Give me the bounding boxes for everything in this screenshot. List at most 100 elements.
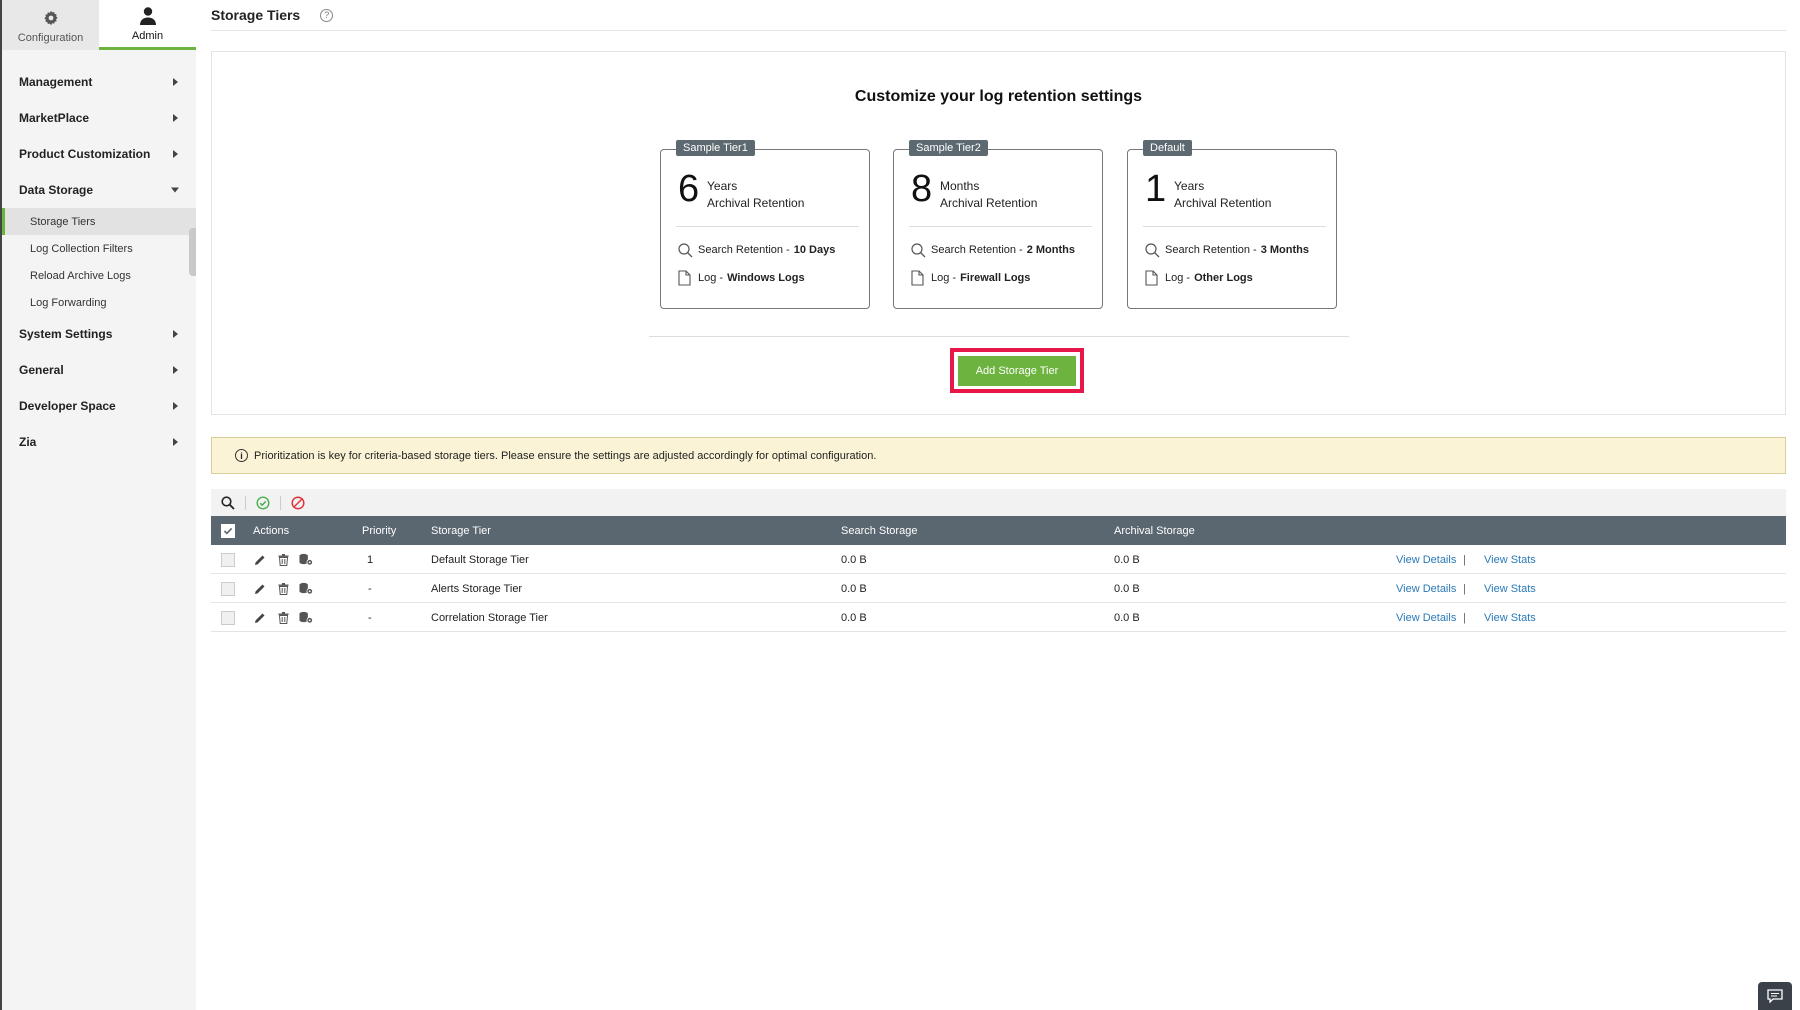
log-value: Firewall Logs <box>960 272 1031 284</box>
row-select-cell <box>221 574 235 603</box>
header-priority[interactable]: Priority <box>362 516 396 545</box>
row-actions <box>253 603 322 632</box>
add-storage-tier-button[interactable]: Add Storage Tier <box>958 355 1076 386</box>
caret-right-icon <box>173 366 178 374</box>
config-heading: Customize your log retention settings <box>854 88 1143 105</box>
database-settings-icon[interactable] <box>299 611 313 625</box>
database-settings-icon[interactable] <box>299 553 313 567</box>
caret-right-icon <box>173 438 178 446</box>
tier-search-retention: Search Retention - 3 Months <box>1145 242 1309 258</box>
caret-right-icon <box>173 402 178 410</box>
enable-button[interactable] <box>252 493 274 513</box>
tier-badge: Sample Tier2 <box>909 140 988 156</box>
view-details-link[interactable]: View Details <box>1396 574 1456 603</box>
sidebar-item-label: Developer Space <box>19 399 116 413</box>
row-priority: - <box>368 582 372 595</box>
tier-card[interactable]: Sample Tier2 8 Months Archival Retention… <box>893 140 1103 309</box>
trash-icon[interactable] <box>276 611 290 625</box>
row-checkbox[interactable] <box>221 581 235 596</box>
page-header: Storage Tiers ? <box>211 0 1786 31</box>
select-all-checkbox[interactable] <box>221 523 235 538</box>
edit-icon[interactable] <box>253 611 267 625</box>
sidebar-item-zia[interactable]: Zia <box>2 424 196 460</box>
tier-unit-label: Months <box>940 179 980 193</box>
row-checkbox[interactable] <box>221 552 235 567</box>
view-stats-link[interactable]: View Stats <box>1484 574 1536 603</box>
row-storage-tier: Default Storage Tier <box>431 553 529 566</box>
row-select-cell <box>221 603 235 632</box>
tier-log-type: Log - Windows Logs <box>678 270 805 286</box>
tier-search-retention: Search Retention - 10 Days <box>678 242 835 258</box>
header-search-storage[interactable]: Search Storage <box>841 516 917 545</box>
help-icon[interactable]: ? <box>320 8 334 22</box>
sidebar-item-management[interactable]: Management <box>2 64 196 100</box>
view-stats-link[interactable]: View Stats <box>1484 545 1536 574</box>
sidebar-item-product-customization[interactable]: Product Customization <box>2 136 196 172</box>
search-retention-value: 10 Days <box>793 244 836 256</box>
sidebar-item-developer-space[interactable]: Developer Space <box>2 388 196 424</box>
sidebar-item-label: General <box>19 363 64 377</box>
view-details-link[interactable]: View Details <box>1396 603 1456 632</box>
sidebar-subitem-log-forwarding[interactable]: Log Forwarding <box>2 289 196 316</box>
view-stats-link[interactable]: View Stats <box>1484 603 1536 632</box>
caret-down-icon <box>171 187 179 193</box>
check-circle-icon <box>256 495 270 510</box>
tier-retention-number: 8 <box>911 168 933 210</box>
row-archival-storage: 0.0 B <box>1114 611 1140 624</box>
sidebar-item-system-settings[interactable]: System Settings <box>2 316 196 352</box>
select-all-cell <box>221 516 235 545</box>
tier-card[interactable]: Default 1 Years Archival Retention Searc… <box>1127 140 1337 309</box>
tier-retention-unit: Years Archival Retention <box>1174 178 1271 212</box>
chat-icon <box>1767 989 1783 1003</box>
row-search-storage: 0.0 B <box>841 553 867 566</box>
row-priority: 1 <box>367 553 374 566</box>
tier-retention-number: 1 <box>1145 168 1167 210</box>
search-icon <box>221 495 235 510</box>
search-retention-label: Search Retention - <box>1165 244 1257 256</box>
edit-icon[interactable] <box>253 553 267 567</box>
search-retention-label: Search Retention - <box>698 244 790 256</box>
sidebar-item-label: System Settings <box>19 327 113 341</box>
search-retention-label: Search Retention - <box>931 244 1023 256</box>
sidebar-item-general[interactable]: General <box>2 352 196 388</box>
add-storage-tier-highlight: Add Storage Tier <box>950 348 1084 393</box>
sidebar-subitem-log-collection-filters[interactable]: Log Collection Filters <box>2 235 196 262</box>
row-search-storage: 0.0 B <box>841 582 867 595</box>
sidebar-item-marketplace[interactable]: MarketPlace <box>2 100 196 136</box>
edit-icon[interactable] <box>253 582 267 596</box>
tab-configuration-label: Configuration <box>17 31 84 44</box>
prioritization-info-banner: i Prioritization is key for criteria-bas… <box>211 437 1786 474</box>
toolbar-separator <box>245 495 246 510</box>
config-divider <box>649 336 1349 337</box>
header-storage-tier[interactable]: Storage Tier <box>431 516 491 545</box>
sidebar-item-label: Zia <box>19 435 37 449</box>
chat-button[interactable] <box>1758 982 1792 1010</box>
tier-badge: Sample Tier1 <box>676 140 755 156</box>
toolbar-separator <box>280 495 281 510</box>
header-actions: Actions <box>253 524 290 537</box>
database-settings-icon[interactable] <box>299 582 313 596</box>
disable-button[interactable] <box>287 493 309 513</box>
view-details-link[interactable]: View Details <box>1396 545 1456 574</box>
row-checkbox[interactable] <box>221 610 235 625</box>
sidebar-collapse-handle[interactable] <box>189 228 196 276</box>
file-icon <box>678 270 694 286</box>
tier-log-type: Log - Other Logs <box>1145 270 1253 286</box>
sidebar-item-data-storage[interactable]: Data Storage <box>2 172 196 208</box>
tier-search-retention: Search Retention - 2 Months <box>911 242 1075 258</box>
tab-configuration[interactable]: Configuration <box>2 0 99 50</box>
trash-icon[interactable] <box>276 582 290 596</box>
tier-badge: Default <box>1143 140 1192 156</box>
sidebar-subitem-storage-tiers[interactable]: Storage Tiers <box>2 208 196 235</box>
tab-admin[interactable]: Admin <box>99 0 196 50</box>
sidebar-subitem-reload-archive-logs[interactable]: Reload Archive Logs <box>2 262 196 289</box>
tier-divider <box>676 226 859 227</box>
table-header: Actions Priority Storage Tier Search Sto… <box>211 516 1786 545</box>
search-retention-value: 3 Months <box>1260 244 1309 256</box>
caret-right-icon <box>173 330 178 338</box>
trash-icon[interactable] <box>276 553 290 567</box>
header-archival-storage[interactable]: Archival Storage <box>1114 516 1195 545</box>
tier-retention-number: 6 <box>678 168 700 210</box>
tier-card[interactable]: Sample Tier1 6 Years Archival Retention … <box>660 140 870 309</box>
search-filter-button[interactable] <box>217 493 239 513</box>
